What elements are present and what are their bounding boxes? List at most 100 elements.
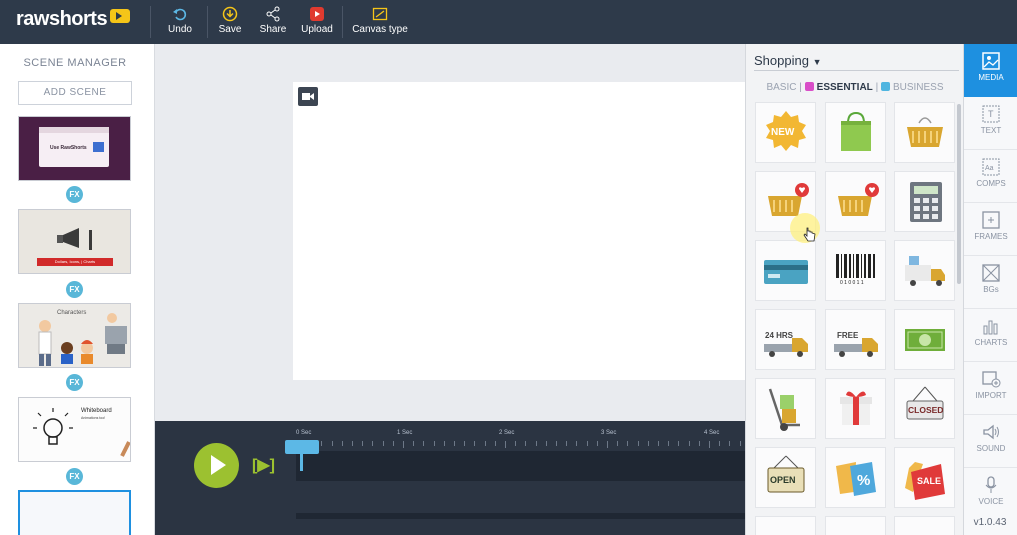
playhead-line [300, 454, 303, 471]
share-button[interactable]: Share [258, 6, 288, 35]
media-item-sale-tag[interactable]: SALE [894, 447, 955, 508]
hand-truck-icon [768, 388, 800, 431]
media-item-truck-free[interactable]: FREE [825, 309, 886, 370]
media-item-open-sign[interactable]: OPEN [755, 447, 816, 508]
media-item-barcode[interactable]: 0 1 0 0 1 1 [825, 240, 886, 301]
closed-sign-text: CLOSED [908, 405, 944, 415]
toolbar-divider [342, 6, 343, 38]
scene-browser-mockup: Use RawShorts [39, 127, 109, 167]
media-item-cash[interactable] [894, 309, 955, 370]
undo-button[interactable]: Undo [166, 6, 194, 35]
media-scrollbar[interactable] [957, 104, 961, 284]
ruler-tick [566, 441, 568, 446]
media-item-basket-heart-2[interactable] [825, 171, 886, 232]
ruler-tick [484, 441, 486, 446]
ruler-tick [596, 441, 598, 446]
media-item-shopping-bag[interactable] [825, 102, 886, 163]
media-item-credit-card[interactable] [755, 240, 816, 301]
chevron-down-icon: ▼ [812, 57, 822, 67]
ruler-label: 0 Sec [296, 430, 312, 436]
media-item-partial[interactable] [825, 516, 886, 535]
ruler-label: 4 Sec [704, 430, 720, 436]
tier-divider: | [799, 82, 805, 93]
timeline-track[interactable] [296, 451, 745, 481]
media-item-closed-sign[interactable]: CLOSED [894, 378, 955, 439]
ruler-tick [372, 441, 374, 446]
ruler-tick [576, 441, 578, 446]
upload-button[interactable]: Upload [299, 6, 335, 35]
nav-media[interactable]: MEDIA [964, 44, 1017, 97]
nav-media-label: MEDIA [978, 73, 1004, 82]
scene-fx-button[interactable]: FX [66, 468, 83, 485]
ruler-tick [545, 441, 547, 446]
truck-free-icon [834, 338, 878, 357]
scene-fx-button[interactable]: FX [66, 281, 83, 298]
nav-frames-label: FRAMES [974, 232, 1008, 241]
media-item-new-badge[interactable]: NEW [755, 102, 816, 163]
media-item-delivery-truck[interactable] [894, 240, 955, 301]
undo-icon [173, 8, 187, 21]
media-item-gift-box[interactable] [825, 378, 886, 439]
open-sign-text: OPEN [770, 475, 796, 485]
nav-frames[interactable]: FRAMES [964, 203, 1017, 256]
media-item-calculator[interactable] [894, 171, 955, 232]
tier-basic[interactable]: BASIC [766, 82, 796, 93]
media-item-shopping-basket[interactable] [894, 102, 955, 163]
logo-text: rawshorts [16, 8, 108, 30]
scene-canvas[interactable] [293, 82, 745, 380]
lightbulb-icon [33, 408, 130, 457]
canvas-type-button[interactable]: Canvas type [350, 6, 410, 35]
add-scene-button[interactable]: ADD SCENE [18, 81, 132, 105]
browser-bar [39, 127, 109, 133]
nav-voice[interactable]: VOICE [964, 468, 1017, 521]
scene-fx-button[interactable]: FX [66, 374, 83, 391]
category-select[interactable]: Shopping ▼ [754, 53, 822, 68]
scene-fx-button[interactable]: FX [66, 186, 83, 203]
app-logo[interactable]: rawshorts [16, 8, 131, 31]
nav-text[interactable]: T TEXT [964, 97, 1017, 150]
category-underline [754, 70, 959, 71]
scene-thumbnail[interactable]: Use RawShorts [18, 116, 131, 181]
ruler-tick [454, 441, 455, 446]
sale-tag-text: SALE [917, 476, 942, 486]
scene-thumbnail-selected[interactable] [18, 490, 131, 535]
scene-caption: Whiteboard [81, 408, 112, 414]
save-button[interactable]: Save [217, 6, 243, 35]
ruler-tick [678, 441, 680, 446]
nav-bgs[interactable]: BGs [964, 256, 1017, 309]
tier-business[interactable]: BUSINESS [893, 82, 944, 93]
percent-tag-text: % [857, 472, 871, 489]
version-label: v1.0.43 [973, 517, 1007, 528]
svg-text:T: T [988, 109, 994, 119]
nav-comps[interactable]: Aa COMPS [964, 150, 1017, 203]
play-button[interactable] [194, 443, 239, 488]
timeline-ruler[interactable]: 0 Sec 1 Sec 2 Sec 3 Sec 4 Sec [296, 430, 745, 450]
scene-thumbnail[interactable]: Whiteboard Animations too! [18, 397, 131, 462]
media-item-percent-tag[interactable]: % [825, 447, 886, 508]
timeline-track-secondary[interactable] [296, 513, 745, 519]
charts-icon [983, 320, 998, 335]
media-item-truck-24hrs[interactable]: 24 HRS [755, 309, 816, 370]
upload-label: Upload [301, 24, 333, 35]
nav-import[interactable]: IMPORT [964, 362, 1017, 415]
backgrounds-icon [982, 264, 1000, 282]
truck-24hrs-icon [764, 338, 808, 357]
tier-essential[interactable]: ESSENTIAL [817, 82, 873, 93]
play-scene-button[interactable]: [▶] [252, 455, 282, 475]
media-item-partial[interactable] [755, 516, 816, 535]
media-item-partial[interactable] [894, 516, 955, 535]
nav-sound[interactable]: SOUND [964, 415, 1017, 468]
top-toolbar: rawshorts Undo Save Share Upload Canvas … [0, 0, 1017, 44]
text-icon: T [982, 105, 1000, 123]
media-item-hand-truck[interactable] [755, 378, 816, 439]
scene-thumbnail[interactable]: Dollars, Icons, | Charts [18, 209, 131, 274]
ruler-tick [709, 441, 710, 448]
image-icon [982, 52, 1000, 70]
scene-thumbnail[interactable]: Characters [18, 303, 131, 368]
nav-charts-label: CHARTS [974, 338, 1008, 347]
business-tier-icon [880, 82, 890, 91]
nav-charts[interactable]: CHARTS [964, 309, 1017, 362]
microphone-icon [985, 476, 997, 493]
playhead-handle[interactable] [285, 440, 319, 454]
camera-icon[interactable] [298, 87, 318, 106]
